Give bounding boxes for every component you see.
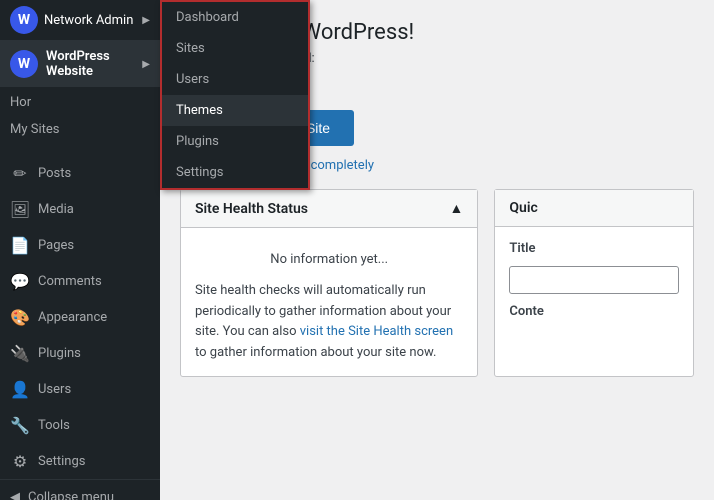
dropdown-item-users[interactable]: Users — [162, 64, 308, 95]
sidebar-item-label: Appearance — [38, 310, 107, 325]
sidebar-item-label: Pages — [38, 238, 74, 253]
network-admin-dropdown: Dashboard Sites Users Themes Plugins Set… — [160, 0, 310, 190]
dropdown-item-plugins[interactable]: Plugins — [162, 126, 308, 157]
sidebar-item-label: Users — [38, 382, 71, 397]
sidebar-item-posts[interactable]: ✏ Posts — [0, 155, 160, 191]
site-health-body: No information yet... Site health checks… — [181, 228, 477, 376]
site-name-label: WordPress Website — [46, 49, 134, 79]
plugins-icon: 🔌 — [10, 343, 30, 363]
title-label: Title — [509, 239, 679, 260]
site-health-collapse-icon[interactable]: ▲ — [450, 200, 464, 217]
dropdown-item-dashboard[interactable]: Dashboard — [162, 2, 308, 33]
content-label: Conte — [509, 302, 679, 323]
tools-icon: 🔧 — [10, 415, 30, 435]
sidebar-item-appearance[interactable]: 🎨 Appearance — [0, 299, 160, 335]
sidebar-item-media[interactable]: 🖼 Media — [0, 191, 160, 227]
quick-draft-panel: Quic Title Conte — [494, 189, 694, 377]
site-health-panel: Site Health Status ▲ No information yet.… — [180, 189, 478, 377]
site-health-header: Site Health Status ▲ — [181, 190, 477, 228]
dropdown-item-settings[interactable]: Settings — [162, 157, 308, 188]
quick-draft-title-input[interactable] — [509, 266, 679, 294]
sidebar-item-label: Media — [38, 202, 74, 217]
appearance-icon: 🎨 — [10, 307, 30, 327]
collapse-label: Collapse menu — [28, 490, 114, 500]
media-icon: 🖼 — [10, 199, 30, 219]
my-sites-link[interactable]: My Sites — [0, 118, 160, 147]
collapse-menu[interactable]: ◀ Collapse menu — [0, 479, 160, 500]
sidebar-item-settings[interactable]: ⚙ Settings — [0, 443, 160, 479]
sidebar-item-label: Settings — [38, 454, 85, 469]
bottom-panels: Site Health Status ▲ No information yet.… — [180, 189, 694, 377]
site-health-link[interactable]: visit the Site Health screen — [300, 324, 453, 339]
dropdown-item-sites[interactable]: Sites — [162, 33, 308, 64]
sidebar-item-plugins[interactable]: 🔌 Plugins — [0, 335, 160, 371]
posts-icon: ✏ — [10, 163, 30, 183]
site-health-description: Site health checks will automatically ru… — [195, 281, 463, 364]
quick-draft-title: Quic — [509, 200, 537, 216]
sidebar-item-label: Posts — [38, 166, 71, 181]
quick-draft-body: Title Conte — [495, 227, 693, 341]
sidebar-item-label: Tools — [38, 418, 70, 433]
site-row[interactable]: W WordPress Website ▶ — [0, 41, 160, 87]
sidebar-item-comments[interactable]: 💬 Comments — [0, 263, 160, 299]
site-logo: W — [10, 50, 38, 78]
site-health-title: Site Health Status — [195, 201, 308, 217]
site-arrow-icon: ▶ — [142, 59, 150, 70]
quick-draft-header: Quic — [495, 190, 693, 227]
sidebar-item-pages[interactable]: 📄 Pages — [0, 227, 160, 263]
sidebar-item-tools[interactable]: 🔧 Tools — [0, 407, 160, 443]
network-admin-label: Network Admin — [44, 13, 133, 28]
sidebar-item-users[interactable]: 👤 Users — [0, 371, 160, 407]
pages-icon: 📄 — [10, 235, 30, 255]
comments-icon: 💬 — [10, 271, 30, 291]
dropdown-item-themes[interactable]: Themes — [162, 95, 308, 126]
sidebar-item-label: Plugins — [38, 346, 81, 361]
network-admin-bar[interactable]: W Network Admin ▶ — [0, 0, 160, 41]
sidebar: W Network Admin ▶ W WordPress Website ▶ … — [0, 0, 160, 500]
sidebar-item-label: Comments — [38, 274, 102, 289]
wp-logo: W — [10, 6, 38, 34]
settings-icon: ⚙ — [10, 451, 30, 471]
collapse-icon: ◀ — [10, 490, 20, 500]
network-admin-arrow-icon: ▶ — [142, 15, 150, 26]
home-link[interactable]: Hor — [0, 87, 160, 118]
users-icon: 👤 — [10, 379, 30, 399]
no-info-text: No information yet... — [195, 240, 463, 281]
